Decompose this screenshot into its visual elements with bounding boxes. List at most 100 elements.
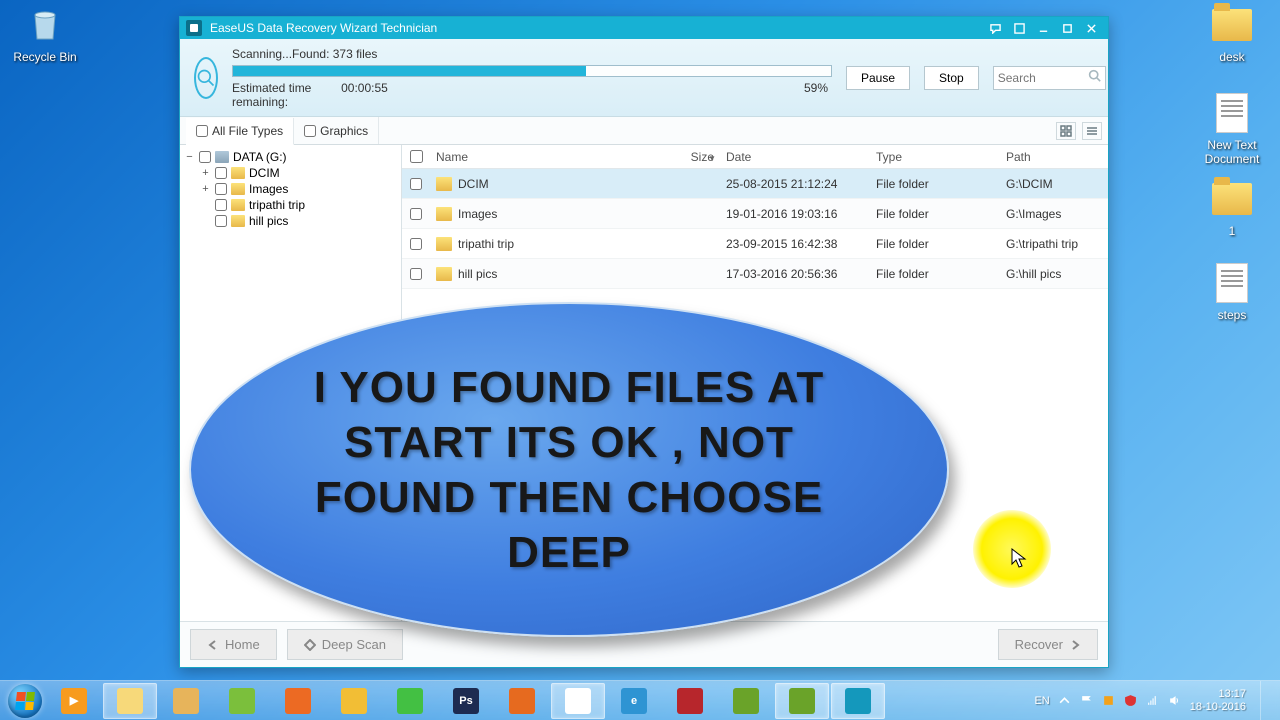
tree-expand-icon[interactable]: + — [200, 167, 211, 179]
taskbar-item-media-player[interactable]: ▶ — [47, 683, 101, 719]
tree-node-checkbox[interactable] — [215, 167, 227, 179]
tray-clock[interactable]: 13:17 18-10-2016 — [1190, 688, 1246, 713]
view-list-button[interactable] — [1082, 122, 1102, 140]
tab-graphics-label: Graphics — [320, 124, 368, 138]
desktop-icon-folder-desk[interactable]: desk — [1192, 4, 1272, 64]
internet-explorer-icon: e — [621, 688, 647, 714]
tree-node-checkbox[interactable] — [215, 183, 227, 195]
taskbar-item-file-explorer[interactable] — [103, 683, 157, 719]
scan-icon — [194, 57, 218, 99]
tree-node[interactable]: tripathi trip — [198, 197, 399, 213]
tree-node[interactable]: +Images — [198, 181, 399, 197]
taskbar-item-internet-explorer[interactable]: e — [607, 683, 661, 719]
stop-button[interactable]: Stop — [924, 66, 979, 90]
tree-node-label: DCIM — [249, 166, 280, 180]
taskbar-item-paint[interactable] — [327, 683, 381, 719]
search-input[interactable] — [998, 71, 1088, 85]
show-desktop-button[interactable] — [1260, 681, 1270, 720]
tray-shield-icon[interactable] — [1124, 694, 1138, 708]
app-icon — [186, 20, 202, 36]
tree-node-checkbox[interactable] — [215, 199, 227, 211]
row-checkbox[interactable] — [410, 208, 422, 220]
tray-network-icon[interactable] — [1146, 694, 1160, 708]
minimize-button[interactable] — [1032, 20, 1054, 36]
taskbar-item-app-red[interactable] — [663, 683, 717, 719]
table-row[interactable]: hill pics17-03-2016 20:56:36File folderG… — [402, 259, 1108, 289]
tray-lang[interactable]: EN — [1034, 695, 1049, 707]
view-thumbnails-button[interactable] — [1056, 122, 1076, 140]
tree-root[interactable]: − DATA (G:) — [182, 149, 399, 165]
column-date[interactable]: Date — [720, 150, 870, 164]
taskbar-item-wordpad[interactable] — [159, 683, 213, 719]
row-checkbox[interactable] — [410, 178, 422, 190]
search-icon[interactable] — [1088, 69, 1101, 87]
pause-button[interactable]: Pause — [846, 66, 910, 90]
tree-root-checkbox[interactable] — [199, 151, 211, 163]
scan-est-label: Estimated time remaining: — [232, 81, 334, 109]
desktop-icon-recycle-bin[interactable]: Recycle Bin — [5, 4, 85, 64]
paint-icon — [341, 688, 367, 714]
table-row[interactable]: DCIM25-08-2015 21:12:24File folderG:\DCI… — [402, 169, 1108, 199]
bottom-bar: Home Deep Scan Recover — [180, 621, 1108, 667]
deep-scan-button[interactable]: Deep Scan — [287, 629, 403, 660]
titlebar[interactable]: EaseUS Data Recovery Wizard Technician — [180, 17, 1108, 39]
row-date: 19-01-2016 19:03:16 — [720, 207, 870, 221]
tab-graphics[interactable]: Graphics — [294, 117, 379, 144]
file-explorer-icon — [117, 688, 143, 714]
tab-graphics-checkbox[interactable] — [304, 125, 316, 137]
column-name[interactable]: Name — [430, 150, 640, 164]
taskbar-item-utorrent[interactable] — [383, 683, 437, 719]
tray-volume-icon[interactable] — [1168, 694, 1182, 708]
select-all-checkbox[interactable] — [410, 150, 423, 163]
tray-flag-icon[interactable] — [1080, 694, 1094, 708]
recover-button[interactable]: Recover — [998, 629, 1098, 660]
table-row[interactable]: tripathi trip23-09-2015 16:42:38File fol… — [402, 229, 1108, 259]
row-checkbox[interactable] — [410, 268, 422, 280]
column-type[interactable]: Type — [870, 150, 1000, 164]
taskbar-item-camtasia-studio[interactable] — [719, 683, 773, 719]
wordpad-icon — [173, 688, 199, 714]
tree-node-checkbox[interactable] — [215, 215, 227, 227]
tray-arrow-icon[interactable] — [1058, 694, 1072, 708]
scan-status-text: Scanning...Found: 373 files — [232, 47, 832, 61]
tree-node[interactable]: hill pics — [198, 213, 399, 229]
taskbar-item-chrome[interactable] — [551, 683, 605, 719]
tab-all-checkbox[interactable] — [196, 125, 208, 137]
maximize-button[interactable] — [1056, 20, 1078, 36]
search-box[interactable] — [993, 66, 1106, 90]
tree-collapse-icon[interactable]: − — [184, 151, 195, 163]
row-date: 25-08-2015 21:12:24 — [720, 177, 870, 191]
home-button[interactable]: Home — [190, 629, 277, 660]
desktop-icon-text-steps[interactable]: steps — [1192, 262, 1272, 322]
row-name: hill pics — [458, 267, 497, 281]
desktop-icon-new-text-document[interactable]: New Text Document — [1192, 92, 1272, 166]
share-icon[interactable] — [1008, 20, 1030, 36]
chrome-icon — [565, 688, 591, 714]
taskbar-item-libreoffice[interactable] — [215, 683, 269, 719]
desktop-icon-folder-1[interactable]: 1 — [1192, 178, 1272, 238]
taskbar-item-easeus[interactable] — [831, 683, 885, 719]
taskbar-item-xampp[interactable] — [271, 683, 325, 719]
taskbar-item-firefox[interactable] — [495, 683, 549, 719]
diamond-icon — [304, 639, 316, 651]
scan-est-value: 00:00:55 — [341, 81, 388, 109]
start-button[interactable] — [4, 681, 46, 720]
scan-progress-bar — [232, 65, 832, 77]
table-row[interactable]: Images19-01-2016 19:03:16File folderG:\I… — [402, 199, 1108, 229]
close-button[interactable] — [1080, 20, 1102, 36]
folder-tree[interactable]: − DATA (G:) + DCIM+Imagestripathi triphil… — [180, 145, 402, 621]
feedback-icon[interactable] — [984, 20, 1006, 36]
text-file-icon — [1211, 262, 1253, 304]
column-path[interactable]: Path — [1000, 150, 1108, 164]
row-checkbox[interactable] — [410, 238, 422, 250]
row-path: G:\tripathi trip — [1000, 237, 1108, 251]
tree-expand-icon[interactable]: + — [200, 183, 211, 195]
tab-all-file-types[interactable]: All File Types — [186, 118, 294, 145]
column-size[interactable]: Size▼ — [640, 150, 720, 164]
tray-action-center-icon[interactable] — [1102, 694, 1116, 708]
tree-node[interactable]: + DCIM — [198, 165, 399, 181]
system-tray[interactable]: EN 13:17 18-10-2016 — [1034, 681, 1276, 720]
taskbar-item-camtasia-rec[interactable] — [775, 683, 829, 719]
row-date: 23-09-2015 16:42:38 — [720, 237, 870, 251]
taskbar-item-photoshop[interactable]: Ps — [439, 683, 493, 719]
